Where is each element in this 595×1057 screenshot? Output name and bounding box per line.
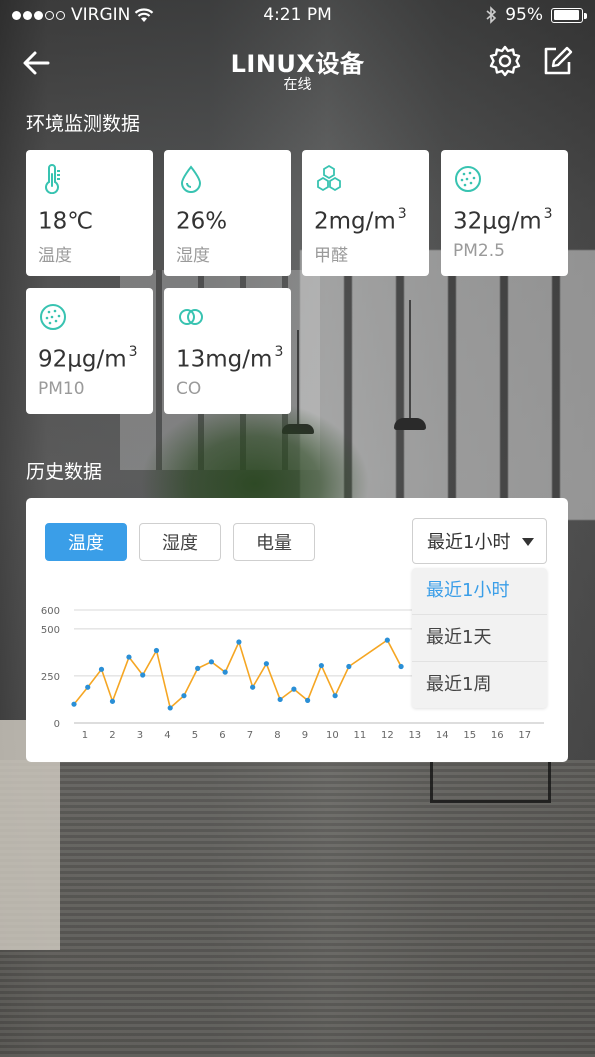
metric-label: 甲醛: [314, 245, 348, 266]
metric-card-formaldehyde[interactable]: 2mg/m 3 甲醛: [302, 150, 429, 276]
metric-unit-superscript: 3: [128, 344, 138, 360]
x-tick-label: 1: [82, 730, 88, 741]
metric-unit-superscript: 3: [397, 206, 407, 222]
data-point: [277, 696, 283, 703]
data-point: [109, 698, 116, 704]
dropdown-option[interactable]: 最近1小时: [412, 568, 547, 615]
series-line: [73, 638, 402, 710]
background-floor: [0, 760, 595, 1057]
x-tick-label: 11: [353, 730, 366, 741]
gear-icon[interactable]: [488, 44, 522, 78]
time-range-dropdown: 最近1小时 最近1天 最近1周: [412, 568, 547, 708]
x-tick-label: 2: [109, 730, 115, 741]
x-tick-label: 5: [192, 730, 198, 741]
x-tick-label: 12: [381, 730, 394, 741]
metric-value: 2mg/m: [314, 208, 396, 235]
metric-value: 92μg/m: [38, 346, 127, 373]
status-right: 95%: [485, 5, 587, 25]
data-point: [384, 637, 390, 643]
metric-value: 32μg/m: [453, 208, 542, 235]
data-point: [153, 647, 160, 654]
metric-card-temperature[interactable]: 18℃ 温度: [26, 150, 153, 276]
metric-value: 26%: [176, 208, 228, 235]
data-point: [126, 654, 132, 660]
x-tick-label: 16: [491, 730, 504, 741]
data-point: [318, 662, 324, 669]
nav-bar: LINUX设备 在线: [0, 40, 595, 98]
edit-icon[interactable]: [540, 44, 574, 78]
data-point: [208, 659, 215, 665]
data-point: [140, 672, 146, 678]
particle-icon: [40, 304, 66, 330]
metric-card-pm25[interactable]: 32μg/m 3 PM2.5: [441, 150, 568, 276]
x-tick-label: 10: [326, 730, 339, 741]
tab-humidity[interactable]: 湿度: [139, 523, 221, 561]
background-lamp-cord: [409, 300, 411, 420]
data-point: [98, 666, 105, 672]
section-title-env: 环境监测数据: [26, 113, 141, 135]
y-tick-label: 500: [41, 625, 60, 636]
time-range-selected: 最近1小时: [427, 532, 511, 553]
time-range-select[interactable]: 最近1小时: [412, 518, 547, 564]
x-tick-label: 13: [408, 730, 421, 741]
metric-value: 13mg/m: [176, 346, 273, 373]
metric-label: PM10: [38, 378, 85, 399]
bluetooth-icon: [486, 6, 497, 24]
metric-label: 湿度: [176, 245, 210, 266]
data-point: [195, 665, 201, 671]
data-point: [85, 684, 91, 690]
x-tick-label: 17: [518, 730, 531, 741]
metric-card-pm10[interactable]: 92μg/m 3 PM10: [26, 288, 153, 414]
battery-icon: [551, 7, 587, 23]
x-tick-label: 9: [302, 730, 308, 741]
section-title-history: 历史数据: [26, 461, 103, 483]
data-point: [398, 663, 404, 670]
data-point: [291, 686, 297, 692]
metric-card-co[interactable]: 13mg/m 3 CO: [164, 288, 291, 414]
data-point: [181, 693, 187, 699]
caret-down-icon: [522, 538, 534, 546]
droplet-icon: [180, 165, 202, 193]
y-tick-label: 250: [41, 672, 60, 683]
x-tick-label: 15: [463, 730, 476, 741]
data-point: [332, 693, 338, 699]
metric-label: CO: [176, 378, 202, 399]
dropdown-option[interactable]: 最近1天: [412, 615, 547, 662]
data-point: [305, 697, 311, 703]
status-bar: VIRGIN 4:21 PM 95%: [0, 0, 595, 32]
data-point: [71, 701, 77, 707]
metric-card-humidity[interactable]: 26% 湿度: [164, 150, 291, 276]
battery-percent: 95%: [505, 5, 543, 25]
y-tick-label: 0: [54, 719, 60, 730]
x-tick-label: 8: [274, 730, 280, 741]
y-tick-label: 600: [41, 606, 60, 617]
thermometer-icon: [45, 164, 60, 195]
background-lamp: [394, 418, 426, 430]
data-point: [222, 669, 228, 675]
data-point: [263, 661, 269, 667]
x-tick-label: 3: [137, 730, 143, 741]
data-point: [346, 663, 352, 670]
history-panel: 0 250 500 600 1 2 3 4 5 6 7 8 9 10 11 12 13 14 15 16 17 温度 湿…: [26, 498, 568, 762]
tab-battery[interactable]: 电量: [233, 523, 315, 561]
data-point: [236, 639, 242, 645]
metric-value: 18℃: [38, 208, 94, 235]
data-point: [167, 705, 173, 711]
x-tick-label: 4: [164, 730, 170, 741]
metric-label: 温度: [38, 245, 72, 266]
metric-unit-superscript: 3: [543, 206, 553, 222]
x-tick-label: 6: [219, 730, 225, 741]
particle-icon: [455, 166, 481, 192]
dropdown-option[interactable]: 最近1周: [412, 662, 547, 708]
molecule-icon: [317, 164, 341, 192]
screen: VIRGIN 4:21 PM 95% LINUX设备 在线 环境监测数据 18℃…: [0, 0, 595, 1057]
data-point: [250, 684, 256, 690]
metric-label: PM2.5: [453, 240, 505, 261]
tab-temperature[interactable]: 温度: [45, 523, 127, 561]
co-icon: [179, 309, 203, 325]
x-tick-label: 7: [247, 730, 253, 741]
metric-unit-superscript: 3: [274, 344, 284, 360]
x-tick-label: 14: [436, 730, 449, 741]
